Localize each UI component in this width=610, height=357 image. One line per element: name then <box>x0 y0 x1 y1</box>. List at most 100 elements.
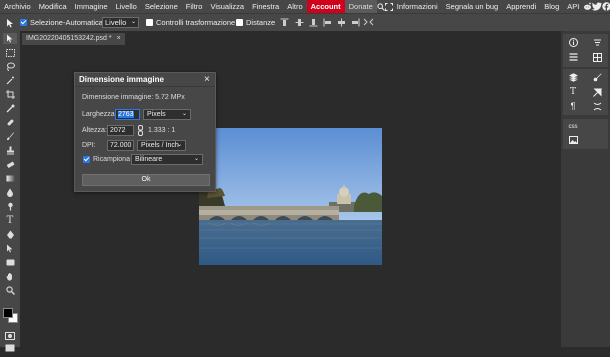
eyedropper-tool-icon[interactable] <box>3 103 17 114</box>
history-icon[interactable] <box>566 52 580 62</box>
distribute-icon[interactable] <box>363 18 374 27</box>
layers-icon[interactable] <box>566 72 580 82</box>
menu-apprendi[interactable]: Apprendi <box>502 0 540 13</box>
zoom-tool-icon[interactable] <box>3 285 17 296</box>
dpi-unit-value: Pixels / Inch <box>141 142 179 149</box>
image-size-text: Dimensione immagine: 5.72 MPx <box>82 94 185 101</box>
align-vcenter-icon[interactable] <box>295 18 304 27</box>
menu-filtro[interactable]: Filtro <box>182 0 207 13</box>
auto-select-checkbox[interactable]: Selezione-Automatica <box>20 18 103 27</box>
distances-check[interactable] <box>236 19 243 26</box>
warp-icon[interactable] <box>590 101 604 111</box>
menu-archivio[interactable]: Archivio <box>0 0 35 13</box>
menu-visualizza[interactable]: Visualizza <box>206 0 248 13</box>
lasso-tool-icon[interactable] <box>3 61 17 72</box>
menu-finestra[interactable]: Finestra <box>248 0 283 13</box>
chevron-down-icon: ⌄ <box>181 111 187 117</box>
aspect-ratio-text: 1.333 : 1 <box>148 127 176 134</box>
menu-livello[interactable]: Livello <box>112 0 141 13</box>
info-icon[interactable] <box>566 37 580 47</box>
dialog-close-icon[interactable]: × <box>204 74 210 86</box>
panel-group-layers: T ¶ <box>563 69 608 115</box>
resample-method-select[interactable]: Bilineare ⌄ <box>131 154 203 165</box>
move-tool-icon[interactable] <box>3 33 17 44</box>
eraser-tool-icon[interactable] <box>3 159 17 170</box>
quick-mask-icon[interactable] <box>5 327 15 340</box>
chevron-down-icon: ⌄ <box>130 19 136 25</box>
align-top-icon[interactable] <box>280 18 289 27</box>
magic-wand-tool-icon[interactable] <box>3 75 17 86</box>
menu-immagine[interactable]: Immagine <box>71 0 112 13</box>
height-input[interactable]: 2072 <box>107 125 134 136</box>
menu-segnala-bug[interactable]: Segnala un bug <box>442 0 503 13</box>
brush-tool-icon[interactable] <box>3 131 17 142</box>
hand-tool-icon[interactable] <box>3 271 17 282</box>
ok-button[interactable]: Ok <box>82 174 210 186</box>
dpi-unit-select[interactable]: Pixels / Inch ⌄ <box>137 140 186 151</box>
dodge-tool-icon[interactable] <box>3 201 17 212</box>
resample-checkbox[interactable]: Ricampiona <box>83 156 130 163</box>
fullscreen-icon[interactable] <box>384 0 393 13</box>
facebook-icon[interactable] <box>602 0 610 13</box>
panel-group-css: css <box>563 119 608 149</box>
tools-panel: T <box>0 31 20 352</box>
text-style-icon[interactable]: T <box>566 87 580 97</box>
type-tool-icon[interactable]: T <box>3 215 17 226</box>
transform-controls-label: Controlli trasformazione <box>156 18 236 27</box>
width-input[interactable]: 2763 <box>115 109 140 120</box>
swatches-icon[interactable] <box>590 52 604 62</box>
transform-controls-checkbox[interactable]: Controlli trasformazione <box>146 18 235 27</box>
account-button[interactable]: Account <box>306 0 345 13</box>
width-unit-select[interactable]: Pixels ⌄ <box>143 109 191 120</box>
image-icon[interactable] <box>566 135 580 145</box>
menu-bar: Archivio Modifica Immagine Livello Selez… <box>0 0 610 13</box>
width-unit-value: Pixels <box>147 111 166 118</box>
dpi-input[interactable]: 72.000 <box>107 140 134 151</box>
css-icon[interactable]: css <box>566 122 580 132</box>
paragraph-icon[interactable]: ¶ <box>566 101 580 111</box>
menu-informazioni[interactable]: Informazioni <box>393 0 442 13</box>
marquee-tool-icon[interactable] <box>3 47 17 58</box>
menu-blog[interactable]: Blog <box>540 0 563 13</box>
move-tool-icon[interactable] <box>5 18 15 28</box>
align-right-icon[interactable] <box>351 18 360 27</box>
resample-method-value: Bilineare <box>135 156 163 163</box>
shape-tool-icon[interactable] <box>3 257 17 268</box>
chain-link-icon[interactable] <box>137 125 144 136</box>
align-left-icon[interactable] <box>323 18 332 27</box>
menu-altro[interactable]: Altro <box>283 0 306 13</box>
document-tab-close-icon[interactable]: × <box>117 33 121 45</box>
foreground-color-swatch[interactable] <box>3 308 13 318</box>
align-hcenter-icon[interactable] <box>337 18 346 27</box>
reddit-icon[interactable] <box>583 0 592 13</box>
align-bottom-icon[interactable] <box>309 18 318 27</box>
right-panels: T ¶ css <box>561 31 610 347</box>
distances-checkbox[interactable]: Distanze <box>236 18 275 27</box>
adjustment-icon[interactable] <box>590 87 604 97</box>
crop-tool-icon[interactable] <box>3 89 17 100</box>
document-tab[interactable]: IMG20220405153242.psd * × <box>22 33 125 45</box>
menu-selezione[interactable]: Selezione <box>141 0 182 13</box>
brush-settings-icon[interactable] <box>590 72 604 82</box>
layer-select-value: Livello <box>105 18 127 27</box>
clone-stamp-tool-icon[interactable] <box>3 145 17 156</box>
menu-api[interactable]: API <box>563 0 583 13</box>
dialog-title: Dimensione immagine <box>75 73 215 87</box>
menu-modifica[interactable]: Modifica <box>35 0 71 13</box>
screen-mode-icon[interactable] <box>5 339 15 352</box>
auto-select-label: Selezione-Automatica <box>30 18 103 27</box>
auto-select-check[interactable] <box>20 19 27 26</box>
twitter-icon[interactable] <box>592 0 603 13</box>
layer-select[interactable]: Livello ⌄ <box>102 17 139 28</box>
search-icon[interactable] <box>377 0 385 13</box>
donate-button[interactable]: Donate <box>344 0 377 13</box>
character-icon[interactable] <box>590 37 604 47</box>
photo-image <box>199 128 382 265</box>
pen-tool-icon[interactable] <box>3 229 17 240</box>
path-select-tool-icon[interactable] <box>3 243 17 254</box>
gradient-tool-icon[interactable] <box>3 173 17 184</box>
blur-tool-icon[interactable] <box>3 187 17 198</box>
transform-controls-check[interactable] <box>146 19 153 26</box>
healing-tool-icon[interactable] <box>3 117 17 128</box>
resample-check[interactable] <box>83 156 90 163</box>
